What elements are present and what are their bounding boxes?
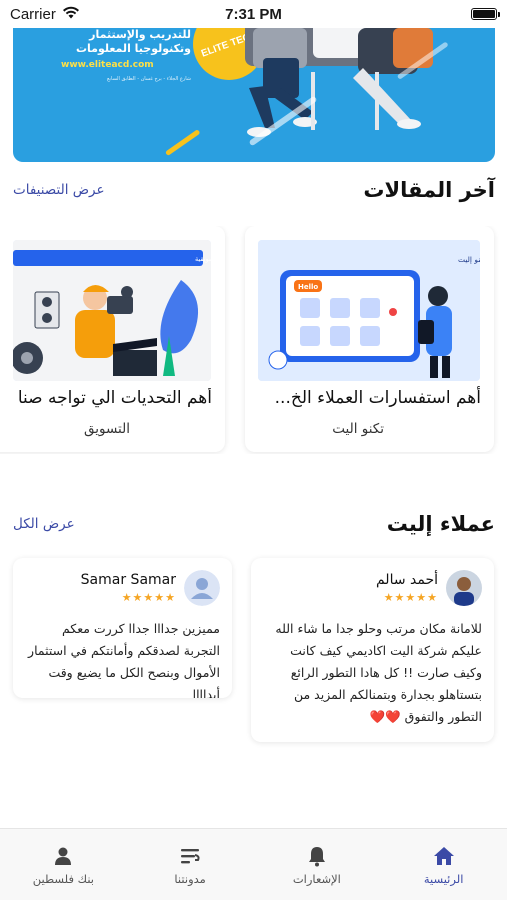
tab-label: الرئيسية	[423, 872, 464, 886]
testimonial-text: للامانة مكان مرتب وحلو جدا ما شاء الله ع…	[263, 618, 482, 728]
article-title: أهم التحديات الي تواجه صنا	[17, 388, 212, 408]
heart-icon: ❤️❤️	[369, 709, 401, 724]
article-image: أهم استفسارات العملاء الخاصة بتكنو إليت …	[258, 240, 480, 381]
article-image-badge: Hello	[298, 283, 318, 291]
avatar	[446, 570, 482, 606]
testimonial-name: أحمد سالم	[375, 572, 438, 588]
bell-icon	[307, 845, 327, 867]
article-card[interactable]: أهم استفسارات العملاء الخاصة بتكنو إليت …	[245, 226, 494, 452]
articles-header: عرض التصنيفات آخر المقالات	[13, 178, 495, 202]
tab-notifications[interactable]: الإشعارات	[254, 829, 381, 900]
tab-label: مدونتنا	[174, 872, 206, 886]
article-image: أهم التحديات التي تواجه صناع المحتوى في …	[13, 240, 211, 381]
promo-banner[interactable]: للتدريب والإستثمار وتكنولوجيا المعلومات …	[13, 28, 495, 162]
article-title: أهم استفسارات العملاء الخ...	[274, 388, 481, 408]
clients-header: عرض الكل عملاء إليت	[13, 512, 495, 536]
bottom-tab-bar: بنك فلسطين مدونتنا الإشعارات الرئيسية	[0, 828, 507, 900]
tab-label: الإشعارات	[292, 872, 341, 886]
carrier-label: Carrier	[10, 5, 56, 23]
clients-section-title: عملاء إليت	[386, 512, 495, 536]
wifi-icon	[62, 6, 80, 23]
star-rating: ★★★★★	[383, 591, 438, 604]
article-image-art: أهم التحديات التي تواجه صناع المحتوى في …	[13, 240, 211, 381]
article-category: التسويق	[84, 421, 130, 437]
article-category: تكنو اليت	[332, 421, 384, 437]
person-icon	[53, 845, 73, 867]
view-all-link[interactable]: عرض الكل	[13, 516, 75, 532]
status-time: 7:31 PM	[225, 5, 282, 23]
view-categories-link[interactable]: عرض التصنيفات	[13, 182, 105, 198]
avatar	[184, 570, 220, 606]
blog-icon	[179, 845, 201, 867]
testimonial-name: Samar Samar	[80, 572, 176, 588]
tab-home[interactable]: الرئيسية	[380, 829, 507, 900]
star-rating: ★★★★★	[121, 591, 176, 604]
testimonial-header: أحمد سالم ★★★★★	[376, 570, 482, 606]
battery-icon	[471, 8, 500, 20]
article-card[interactable]: أهم التحديات التي تواجه صناع المحتوى في …	[0, 226, 225, 452]
testimonial-card[interactable]: أحمد سالم ★★★★★ للامانة مكان مرتب وحلو ج…	[251, 558, 494, 742]
testimonial-card[interactable]: Samar Samar ★★★★★ مميزين جدااا جداا كررت…	[13, 558, 232, 698]
status-bar: Carrier 7:31 PM	[0, 0, 507, 28]
home-icon	[433, 845, 455, 867]
testimonial-header: Samar Samar ★★★★★	[81, 570, 220, 606]
tab-bank-palestine[interactable]: بنك فلسطين	[0, 829, 127, 900]
article-image-art: أهم استفسارات العملاء الخاصة بتكنو إليت …	[258, 240, 480, 381]
article-image-caption: أهم استفسارات العملاء الخاصة بتكنو إليت	[458, 254, 480, 264]
testimonial-text: مميزين جدااا جداا كررت معكم التجربة لصدق…	[28, 621, 220, 698]
article-image-caption: أهم التحديات التي تواجه صناع المحتوى في …	[195, 254, 211, 263]
tab-blog[interactable]: مدونتنا	[127, 829, 254, 900]
articles-section-title: آخر المقالات	[363, 178, 495, 202]
tab-label: بنك فلسطين	[32, 872, 94, 886]
articles-carousel[interactable]: أهم استفسارات العملاء الخاصة بتكنو إليت …	[0, 226, 507, 454]
banner-illustration	[165, 28, 448, 156]
